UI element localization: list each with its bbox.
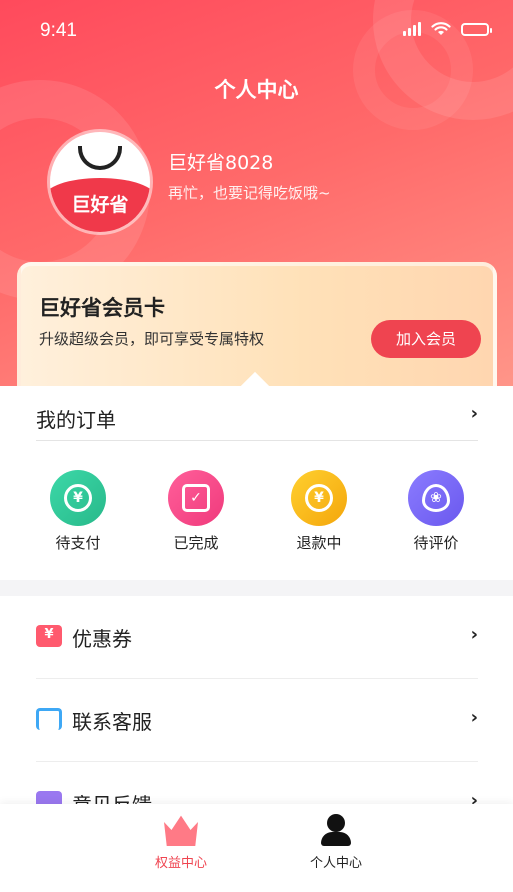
tab-personal-center[interactable]: 个人中心: [276, 814, 396, 871]
member-card-description: 升级超级会员，即可享受专属特权: [39, 330, 265, 348]
my-orders-row[interactable]: 我的订单 ›: [36, 386, 478, 441]
user-motto: 再忙，也要记得吃饭哦~: [168, 184, 331, 202]
headset-icon: [36, 708, 62, 730]
user-name: 巨好省8028: [168, 152, 274, 174]
bottom-tab-bar: 权益中心 个人中心: [0, 804, 513, 892]
person-icon: [319, 814, 353, 846]
yuan-coin-icon: ¥: [50, 470, 106, 526]
menu-list: 优惠券 › 联系客服 › 意见反馈 ›: [0, 596, 513, 816]
tab-label: 权益中心: [154, 856, 207, 871]
orders-section: 我的订单 › ¥ 待支付 ✓ 已完成 ¥ 退款中 ❀ 待评价: [0, 371, 513, 580]
order-status-label: 退款中: [296, 534, 342, 552]
chevron-right-icon: ›: [470, 403, 478, 424]
coupon-icon: [36, 625, 62, 647]
page-title: 个人中心: [214, 78, 299, 102]
profile-header: 9:41 个人中心 巨好省 巨好省8028 再忙，也要记得吃饭哦~ 巨好省会员卡…: [0, 0, 513, 420]
order-status-to-review[interactable]: ❀ 待评价: [396, 470, 476, 553]
orders-title: 我的订单: [36, 408, 116, 432]
menu-item-label: 联系客服: [72, 710, 152, 734]
flower-icon: ❀: [408, 470, 464, 526]
order-status-label: 待支付: [55, 534, 101, 552]
order-status-completed[interactable]: ✓ 已完成: [156, 470, 236, 553]
menu-item-label: 优惠券: [72, 627, 132, 651]
refund-icon: ¥: [291, 470, 347, 526]
wifi-icon: [431, 22, 451, 35]
crown-icon: [164, 815, 198, 846]
clipboard-check-icon: ✓: [168, 470, 224, 526]
order-status-pending-payment[interactable]: ¥ 待支付: [38, 470, 118, 553]
chevron-right-icon: ›: [470, 624, 478, 645]
tab-benefits-center[interactable]: 权益中心: [121, 814, 241, 871]
status-bar: 9:41: [0, 0, 513, 60]
smile-logo-icon: [78, 146, 122, 170]
cellular-signal-icon: [403, 22, 421, 36]
tab-label: 个人中心: [309, 856, 362, 871]
join-member-button[interactable]: 加入会员: [371, 320, 481, 358]
chevron-right-icon: ›: [470, 707, 478, 728]
menu-item-coupons[interactable]: 优惠券 ›: [36, 596, 478, 679]
avatar[interactable]: 巨好省: [50, 132, 150, 232]
member-card-title: 巨好省会员卡: [39, 296, 165, 320]
battery-icon: [461, 22, 492, 36]
status-icons: [403, 22, 492, 36]
avatar-logo-text: 巨好省: [71, 194, 129, 216]
order-status-refunding[interactable]: ¥ 退款中: [279, 470, 359, 553]
order-status-label: 待评价: [413, 534, 459, 552]
menu-item-customer-service[interactable]: 联系客服 ›: [36, 679, 478, 762]
status-time: 9:41: [40, 20, 77, 41]
order-status-label: 已完成: [173, 534, 219, 552]
